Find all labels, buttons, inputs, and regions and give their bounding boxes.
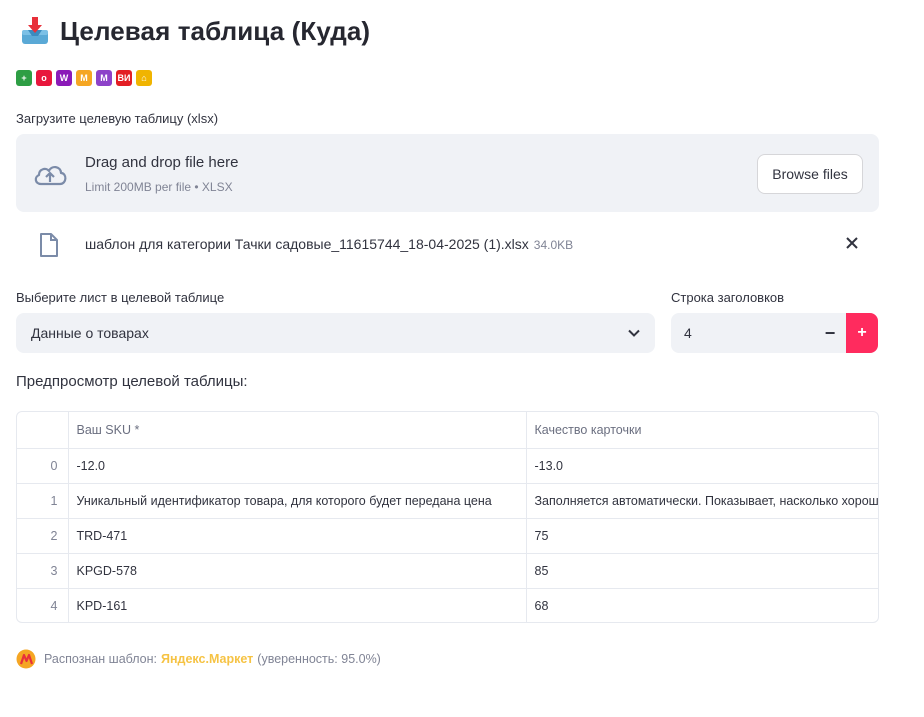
vseinstrumenti-icon: ВИ [116, 70, 132, 86]
file-name: шаблон для категории Тачки садовые_11615… [85, 236, 529, 252]
close-icon[interactable] [843, 234, 861, 252]
file-dropzone[interactable]: Drag and drop file here Limit 200MB per … [16, 134, 879, 212]
table-cell[interactable]: -13.0 [526, 448, 878, 484]
uploader-label: Загрузите целевую таблицу (xlsx) [16, 111, 219, 126]
preview-title: Предпросмотр целевой таблицы: [16, 373, 248, 390]
table-cell[interactable]: KPD-161 [68, 588, 527, 622]
column-header-index [17, 412, 69, 449]
table-cell[interactable]: KPGD-578 [68, 553, 527, 589]
dropzone-title: Drag and drop file here [85, 154, 239, 171]
template-detected-status: Распознан шаблон: Яндекс.Маркет (уверенн… [16, 649, 381, 669]
preview-table[interactable]: Ваш SKU * Качество карточки 0 -12.0 -13.… [16, 411, 879, 623]
marketplace-icons: + o W M M ВИ ⌂ [16, 70, 152, 86]
table-row: 2 TRD-471 75 [17, 518, 878, 554]
file-icon [40, 233, 58, 257]
uploaded-file: шаблон для категории Тачки садовые_11615… [16, 226, 879, 266]
sheet-select[interactable]: Данные о товарах [16, 313, 655, 353]
ozon-icon: o [36, 70, 52, 86]
table-header-row: Ваш SKU * Качество карточки [17, 412, 878, 449]
row-index: 2 [17, 518, 69, 554]
table-row: 1 Уникальный идентификатор товара, для к… [17, 483, 878, 519]
plus-icon: + [16, 70, 32, 86]
column-header[interactable]: Ваш SKU * [68, 412, 527, 449]
home-icon: ⌂ [136, 70, 152, 86]
table-cell[interactable]: 75 [526, 518, 878, 554]
row-index: 4 [17, 588, 69, 622]
dropzone-limit: Limit 200MB per file • XLSX [85, 180, 233, 194]
increment-button[interactable]: + [846, 313, 878, 353]
row-index: 1 [17, 483, 69, 519]
status-confidence: (уверенность: 95.0%) [257, 652, 381, 666]
table-cell[interactable]: Заполняется автоматически. Показывает, н… [526, 483, 878, 519]
header-row-value[interactable]: 4 [684, 325, 692, 341]
table-row: 4 KPD-161 68 [17, 588, 878, 622]
page-title: Целевая таблица (Куда) [60, 15, 371, 46]
table-cell[interactable]: -12.0 [68, 448, 527, 484]
sheet-select-label: Выберите лист в целевой таблице [16, 290, 225, 305]
inbox-tray-icon [22, 17, 48, 44]
header-row-label: Строка заголовков [671, 290, 785, 305]
header-row-stepper[interactable]: 4 − + [671, 313, 878, 353]
status-template-name: Яндекс.Маркет [161, 652, 254, 666]
table-cell[interactable]: 68 [526, 588, 878, 622]
sheet-select-value: Данные о товарах [31, 325, 149, 341]
table-row: 0 -12.0 -13.0 [17, 448, 878, 484]
row-index: 0 [17, 448, 69, 484]
file-size: 34.0KB [533, 238, 574, 252]
yandex-market-icon: M [76, 70, 92, 86]
decrement-button[interactable]: − [814, 313, 846, 353]
table-cell[interactable]: TRD-471 [68, 518, 527, 554]
yandex-market-icon [16, 649, 36, 669]
wildberries-icon: W [56, 70, 72, 86]
page-header: Целевая таблица (Куда) [18, 14, 370, 48]
megamarket-icon: M [96, 70, 112, 86]
chevron-down-icon [628, 329, 640, 337]
row-index: 3 [17, 553, 69, 589]
cloud-upload-icon [34, 166, 67, 186]
browse-files-button[interactable]: Browse files [757, 154, 863, 194]
column-header[interactable]: Качество карточки [526, 412, 878, 449]
table-row: 3 KPGD-578 85 [17, 553, 878, 589]
table-cell[interactable]: 85 [526, 553, 878, 589]
table-cell[interactable]: Уникальный идентификатор товара, для кот… [68, 483, 527, 519]
file-name-line: шаблон для категории Тачки садовые_11615… [85, 236, 573, 252]
status-prefix: Распознан шаблон: [44, 652, 158, 666]
